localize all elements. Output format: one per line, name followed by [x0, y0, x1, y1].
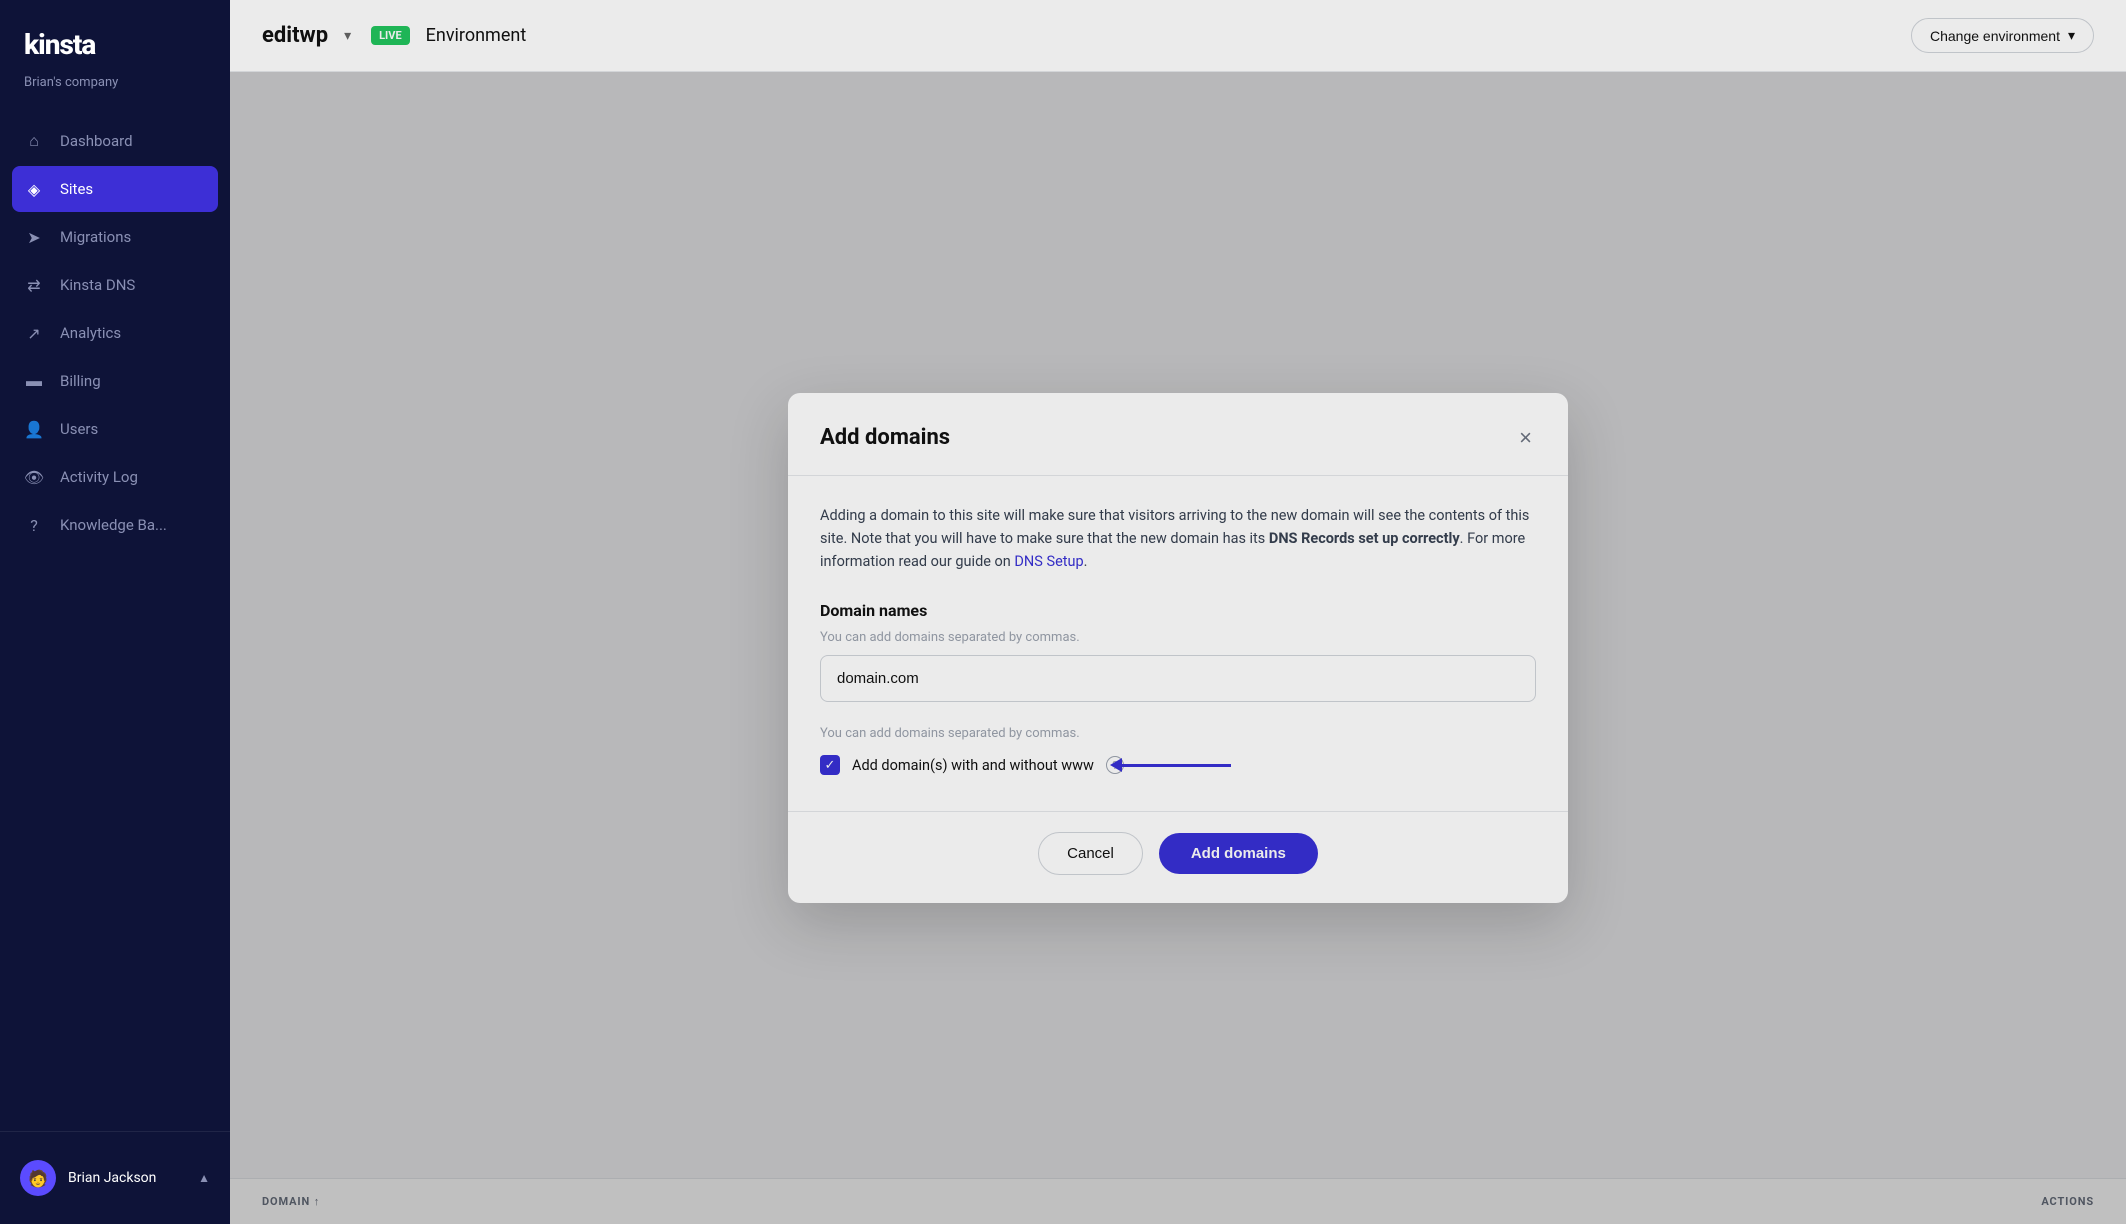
change-env-label: Change environment: [1930, 28, 2060, 44]
sidebar-item-kinsta-dns[interactable]: ⇄ Kinsta DNS: [0, 262, 230, 308]
change-environment-button[interactable]: Change environment ▾: [1911, 18, 2094, 53]
logo: kinsta: [24, 28, 206, 61]
modal-title: Add domains: [820, 425, 950, 450]
sidebar-item-label: Activity Log: [60, 468, 138, 486]
home-icon: ⌂: [24, 131, 44, 151]
topbar: editwp ▾ LIVE Environment Change environ…: [230, 0, 2126, 72]
sidebar-item-sites[interactable]: ◈ Sites: [12, 166, 218, 212]
cancel-button[interactable]: Cancel: [1038, 832, 1143, 875]
input-hint: You can add domains separated by commas.: [820, 630, 1536, 645]
sidebar-item-activity-log[interactable]: 👁 Activity Log: [0, 454, 230, 500]
sidebar-item-analytics[interactable]: ↗ Analytics: [0, 310, 230, 356]
site-dropdown-arrow[interactable]: ▾: [344, 28, 351, 44]
checkbox-row: ✓ Add domain(s) with and without www ?: [820, 755, 1536, 775]
user-profile[interactable]: 🧑 Brian Jackson ▲: [0, 1148, 230, 1208]
domain-input[interactable]: [820, 655, 1536, 702]
sidebar-item-label: Billing: [60, 372, 101, 390]
sidebar-item-label: Sites: [60, 180, 93, 198]
users-icon: 👤: [24, 419, 44, 439]
www-checkbox[interactable]: ✓: [820, 755, 840, 775]
modal-body: Adding a domain to this site will make s…: [788, 476, 1568, 812]
live-badge: LIVE: [371, 26, 410, 45]
sidebar-item-dashboard[interactable]: ⌂ Dashboard: [0, 118, 230, 164]
dns-icon: ⇄: [24, 275, 44, 295]
sidebar: kinsta Brian's company ⌂ Dashboard ◈ Sit…: [0, 0, 230, 1224]
sidebar-item-label: Kinsta DNS: [60, 276, 135, 294]
billing-icon: ▬: [24, 371, 44, 391]
sidebar-item-users[interactable]: 👤 Users: [0, 406, 230, 452]
arrow-line: [1121, 764, 1231, 767]
sidebar-item-label: Analytics: [60, 324, 121, 342]
main-content: editwp ▾ LIVE Environment Change environ…: [230, 0, 2126, 1224]
sites-icon: ◈: [24, 179, 44, 199]
modal-overlay[interactable]: Add domains × Adding a domain to this si…: [230, 72, 2126, 1224]
sidebar-item-knowledge-base[interactable]: ? Knowledge Ba...: [0, 502, 230, 548]
activity-log-icon: 👁: [24, 467, 44, 487]
sidebar-item-label: Knowledge Ba...: [60, 516, 167, 534]
modal-footer: Cancel Add domains: [788, 811, 1568, 903]
topbar-right: Change environment ▾: [1911, 18, 2094, 53]
chevron-up-icon: ▲: [198, 1171, 210, 1185]
close-button[interactable]: ×: [1515, 421, 1536, 455]
company-name: Brian's company: [0, 71, 230, 110]
user-name: Brian Jackson: [68, 1170, 186, 1186]
analytics-icon: ↗: [24, 323, 44, 343]
sidebar-item-label: Dashboard: [60, 132, 133, 150]
sidebar-item-billing[interactable]: ▬ Billing: [0, 358, 230, 404]
site-name: editwp: [262, 23, 328, 48]
logo-area: kinsta: [0, 0, 230, 71]
add-domains-button[interactable]: Add domains: [1159, 833, 1318, 874]
avatar: 🧑: [20, 1160, 56, 1196]
sidebar-bottom: 🧑 Brian Jackson ▲: [0, 1131, 230, 1224]
modal-description: Adding a domain to this site will make s…: [820, 504, 1536, 574]
add-domains-modal: Add domains × Adding a domain to this si…: [788, 393, 1568, 904]
checkbox-label: Add domain(s) with and without www: [852, 757, 1094, 774]
arrow-annotation: [1110, 758, 1231, 772]
environment-label: Environment: [426, 25, 527, 46]
domain-names-label: Domain names: [820, 601, 1536, 620]
input-hint2: You can add domains separated by commas.: [820, 726, 1536, 741]
sidebar-item-label: Users: [60, 420, 98, 438]
checkmark-icon: ✓: [825, 758, 836, 773]
content-area: DOMAIN ↑ ACTIONS Add domains × Adding a …: [230, 72, 2126, 1224]
sidebar-item-label: Migrations: [60, 228, 131, 246]
sidebar-nav: ⌂ Dashboard ◈ Sites ➤ Migrations ⇄ Kinst…: [0, 110, 230, 1131]
sidebar-item-migrations[interactable]: ➤ Migrations: [0, 214, 230, 260]
chevron-down-icon: ▾: [2068, 27, 2075, 44]
migrations-icon: ➤: [24, 227, 44, 247]
modal-header: Add domains ×: [788, 393, 1568, 476]
dns-setup-link[interactable]: DNS Setup: [1014, 553, 1083, 570]
knowledge-base-icon: ?: [24, 515, 44, 535]
